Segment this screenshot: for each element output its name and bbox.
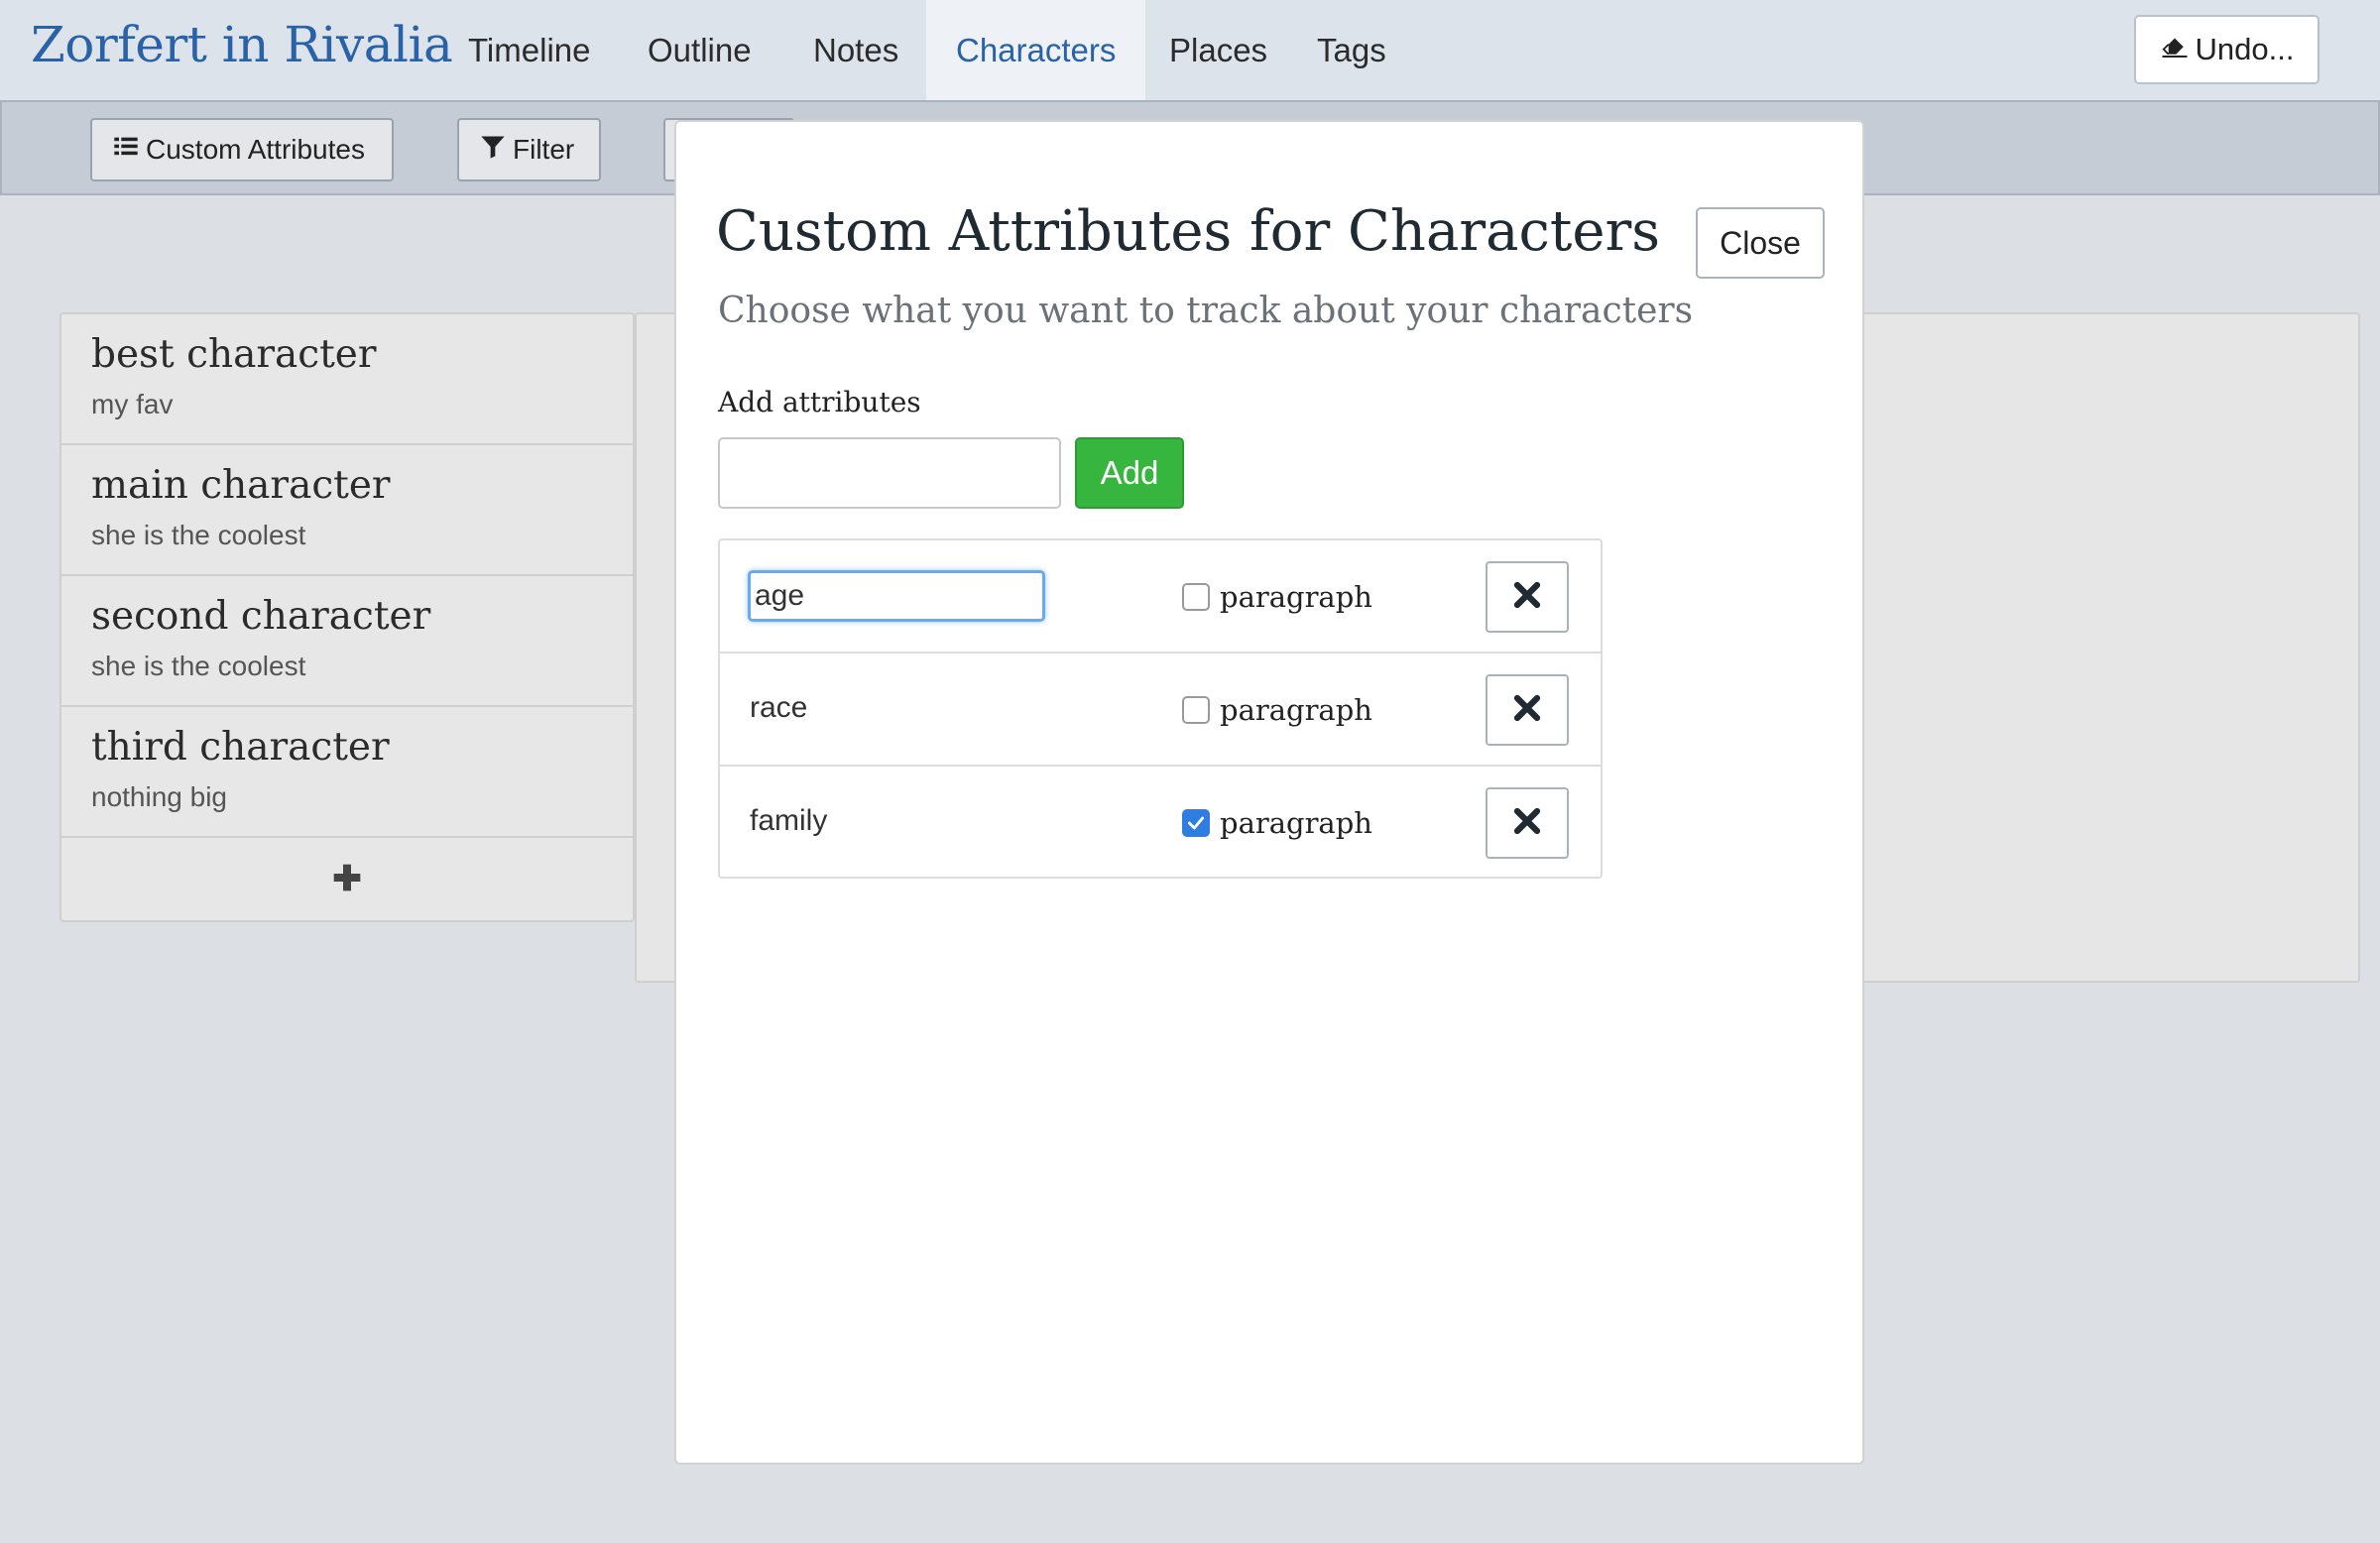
list-item[interactable]: third character nothing big [61,707,633,838]
filter-button[interactable]: Filter [457,118,601,181]
character-name: main character [91,463,391,508]
list-item[interactable]: second character she is the coolest [61,576,633,707]
eraser-icon [2160,31,2190,68]
checkbox-unchecked[interactable] [1182,696,1210,724]
tab-places[interactable]: Places [1139,0,1297,100]
character-name: best character [91,332,377,377]
character-name: third character [91,725,390,770]
character-description: my fav [91,389,174,419]
add-attributes-label: Add attributes [718,386,921,418]
attribute-name-field[interactable] [748,570,1045,622]
app-brand[interactable]: Zorfert in Rivalia [31,16,453,73]
remove-attribute-button[interactable] [1486,674,1569,746]
attribute-table: paragraph race paragraph family [718,538,1603,879]
tab-notes[interactable]: Notes [783,0,928,100]
close-icon [1512,806,1542,841]
table-row: paragraph [720,540,1601,653]
paragraph-label: paragraph [1220,806,1372,840]
table-row: race paragraph [720,653,1601,767]
paragraph-checkbox[interactable]: paragraph [1182,693,1372,727]
character-list: best character my fav main character she… [60,312,635,922]
undo-button[interactable]: Undo... [2134,15,2320,84]
modal-title: Custom Attributes for Characters [716,199,1660,264]
filter-label: Filter [513,134,575,165]
character-name: second character [91,594,431,639]
list-item[interactable]: best character my fav [61,314,633,445]
paragraph-checkbox[interactable]: paragraph [1182,580,1372,614]
custom-attributes-label: Custom Attributes [146,134,365,165]
list-item[interactable]: main character she is the coolest [61,445,633,576]
remove-attribute-button[interactable] [1486,787,1569,859]
checkbox-unchecked[interactable] [1182,583,1210,611]
table-row: family paragraph [720,767,1601,880]
checkmark-icon [1187,816,1205,830]
paragraph-label: paragraph [1220,693,1372,727]
character-description: she is the coolest [91,651,306,681]
add-attribute-button[interactable]: Add [1075,437,1184,509]
paragraph-label: paragraph [1220,580,1372,614]
attribute-name[interactable]: race [750,691,807,725]
close-button[interactable]: Close [1696,207,1825,279]
top-navbar: Zorfert in Rivalia Timeline Outline Note… [0,0,2380,100]
custom-attributes-modal: Custom Attributes for Characters Choose … [674,120,1864,1465]
checkbox-checked[interactable] [1182,809,1210,837]
add-character-button[interactable] [61,838,633,922]
character-description: she is the coolest [91,520,306,550]
plus-icon [331,862,363,898]
close-icon [1512,580,1542,615]
tab-tags[interactable]: Tags [1287,0,1416,100]
close-icon [1512,693,1542,728]
modal-subtitle: Choose what you want to track about your… [718,291,1694,331]
tab-timeline[interactable]: Timeline [438,0,620,100]
filter-icon [479,133,507,168]
undo-label: Undo... [2195,32,2295,66]
attribute-name[interactable]: family [750,804,827,838]
remove-attribute-button[interactable] [1486,561,1569,633]
custom-attributes-button[interactable]: Custom Attributes [90,118,394,181]
list-icon [112,133,140,168]
character-description: nothing big [91,781,228,812]
paragraph-checkbox[interactable]: paragraph [1182,806,1372,840]
tab-outline[interactable]: Outline [618,0,781,100]
tab-characters[interactable]: Characters [926,0,1146,100]
add-attribute-input[interactable] [718,437,1061,509]
